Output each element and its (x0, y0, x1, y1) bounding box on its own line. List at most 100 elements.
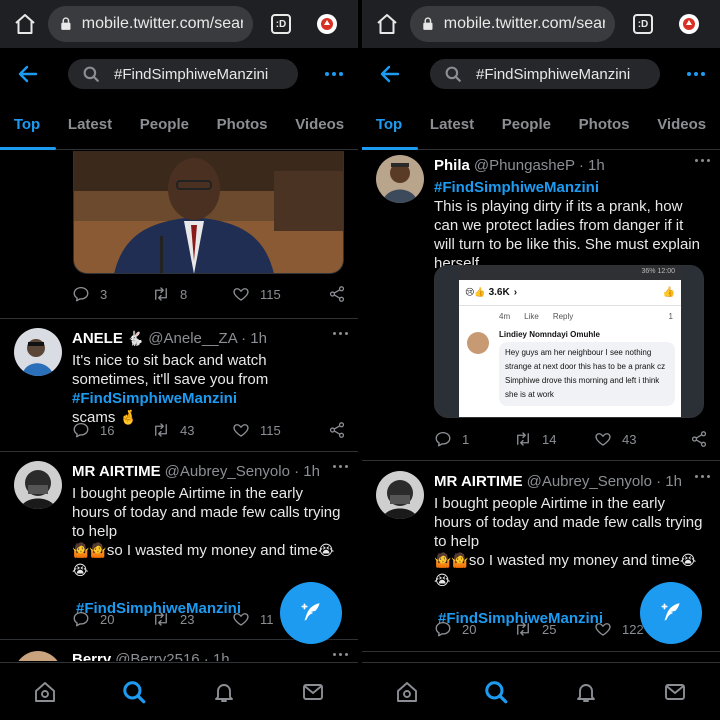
reply-button[interactable]: 20 (72, 610, 152, 628)
tweet-more-button[interactable] (333, 465, 348, 468)
tab-videos[interactable]: Videos (289, 100, 350, 150)
meta-time: 4m (499, 312, 511, 321)
bell-icon (574, 680, 598, 704)
avatar[interactable] (14, 328, 62, 376)
crying-emoji: 😭 (434, 573, 451, 589)
nav-home[interactable] (387, 672, 427, 712)
author-handle: @Berry2516 · 1h (115, 651, 230, 661)
reply-count: 16 (100, 422, 115, 438)
tweet-card[interactable]: Berry @Berry2516 · 1h (0, 641, 358, 661)
author-name[interactable]: MR AIRTIME (434, 473, 523, 490)
tweet-text-part: It's nice to sit back and watch sometime… (72, 352, 269, 388)
share-icon (328, 421, 346, 439)
browser-update-button[interactable] (679, 14, 699, 34)
reply-icon (72, 610, 90, 628)
tab-videos[interactable]: Videos (651, 100, 712, 150)
reply-button[interactable]: 1 (434, 430, 514, 448)
bottom-nav (362, 662, 720, 720)
author-name[interactable]: Phila (434, 157, 470, 174)
nav-notifications[interactable] (566, 672, 606, 712)
retweet-icon (514, 620, 532, 638)
avatar[interactable] (376, 471, 424, 519)
back-button[interactable] (368, 54, 412, 94)
back-button[interactable] (6, 54, 50, 94)
compose-quill-icon (658, 600, 684, 626)
embedded-meta-row: 4m Like Reply 1 (459, 306, 681, 321)
nav-explore[interactable] (476, 672, 516, 712)
tab-top[interactable]: Top (362, 100, 419, 150)
avatar-image (14, 651, 62, 661)
reply-button[interactable]: 20 (434, 620, 514, 638)
browser-home-button[interactable] (8, 7, 42, 41)
more-icon (333, 332, 348, 335)
browser-tabs-button[interactable]: :D (271, 14, 291, 34)
avatar[interactable] (14, 651, 62, 661)
tab-people[interactable]: People (134, 100, 195, 150)
tab-photos[interactable]: Photos (211, 100, 274, 150)
tweet-screenshot-image[interactable]: 36% 12:00 😢👍 3.6K › 👍 4m Like Reply 1 Li… (434, 265, 704, 418)
tweet-more-button[interactable] (695, 159, 710, 162)
retweet-count: 43 (180, 422, 195, 438)
author-handle: @Anele__ZA · 1h (148, 330, 267, 347)
nav-messages[interactable] (655, 672, 695, 712)
lock-icon (420, 16, 436, 32)
tweet-card[interactable]: 3 8 115 (0, 151, 358, 319)
embedded-screenshot: 36% 12:00 😢👍 3.6K › 👍 4m Like Reply 1 Li… (459, 266, 681, 417)
share-button[interactable] (328, 421, 346, 439)
tweet-body: Berry @Berry2516 · 1h (72, 651, 344, 661)
more-icon (325, 72, 343, 76)
tab-photos[interactable]: Photos (573, 100, 636, 150)
avatar[interactable] (376, 155, 424, 203)
tab-latest[interactable]: Latest (62, 100, 118, 150)
nav-home[interactable] (25, 672, 65, 712)
author-name[interactable]: ANELE (72, 330, 123, 347)
like-count: 11 (260, 611, 274, 627)
avatar[interactable] (14, 461, 62, 509)
browser-update-button[interactable] (317, 14, 337, 34)
like-button[interactable]: 115 (232, 421, 312, 439)
tweet-text: I bought people Airtime in the early hou… (434, 494, 706, 591)
nav-explore[interactable] (114, 672, 154, 712)
tab-people[interactable]: People (496, 100, 557, 150)
tweet-photo[interactable] (73, 151, 344, 274)
reply-button[interactable]: 16 (72, 421, 152, 439)
more-options-button[interactable] (686, 64, 706, 84)
retweet-button[interactable]: 8 (152, 285, 232, 303)
share-button[interactable] (328, 285, 346, 303)
tweet-more-button[interactable] (333, 332, 348, 335)
tweet-more-button[interactable] (333, 653, 348, 656)
author-name[interactable]: MR AIRTIME (72, 463, 161, 480)
search-input[interactable]: #FindSimphiweManzini (68, 59, 298, 89)
reply-button[interactable]: 3 (72, 285, 152, 303)
retweet-button[interactable]: 43 (152, 421, 232, 439)
tweet-card[interactable]: ANELE 🐇 @Anele__ZA · 1h It's nice to sit… (0, 320, 358, 452)
tweet-more-button[interactable] (695, 475, 710, 478)
mail-icon (301, 680, 325, 704)
browser-home-button[interactable] (370, 7, 404, 41)
share-button[interactable] (690, 430, 708, 448)
nav-notifications[interactable] (204, 672, 244, 712)
browser-tabs-button[interactable]: :D (633, 14, 653, 34)
retweet-button[interactable]: 25 (514, 620, 594, 638)
hashtag-link[interactable]: #FindSimphiweManzini (72, 390, 237, 407)
hashtag-link[interactable]: #FindSimphiweManzini (434, 178, 706, 197)
retweet-button[interactable]: 14 (514, 430, 594, 448)
search-tabs: Top Latest People Photos Videos (362, 100, 720, 150)
nav-messages[interactable] (293, 672, 333, 712)
search-query: #FindSimphiweManzini (114, 65, 269, 83)
search-input[interactable]: #FindSimphiweManzini (430, 59, 660, 89)
reply-icon (72, 421, 90, 439)
url-bar[interactable]: mobile.twitter.com/sear (48, 6, 253, 42)
compose-tweet-button[interactable] (280, 582, 342, 644)
tweet-card[interactable]: Phila @PhungasheP · 1h #FindSimphiweManz… (362, 151, 720, 461)
like-button[interactable]: 43 (594, 430, 674, 448)
compose-tweet-button[interactable] (640, 582, 702, 644)
url-bar[interactable]: mobile.twitter.com/sear (410, 6, 615, 42)
retweet-count: 14 (542, 431, 557, 447)
more-options-button[interactable] (324, 64, 344, 84)
tab-latest[interactable]: Latest (424, 100, 480, 150)
tab-top[interactable]: Top (0, 100, 57, 150)
retweet-button[interactable]: 23 (152, 610, 232, 628)
like-button[interactable]: 115 (232, 285, 312, 303)
author-name[interactable]: Berry (72, 651, 111, 661)
